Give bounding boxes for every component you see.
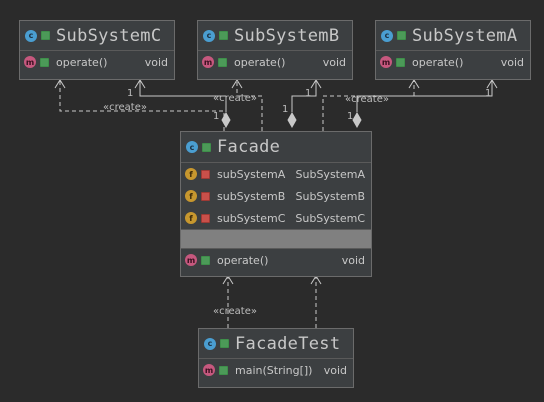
method-row[interactable]: m main(String[]) void: [199, 359, 353, 381]
method-return-type: void: [144, 55, 168, 69]
field-icon: f: [185, 212, 197, 224]
class-icon: c: [381, 29, 393, 42]
method-return-type: void: [322, 55, 346, 69]
create-label-test: «create»: [213, 306, 257, 317]
method-return-type: void: [323, 363, 347, 377]
public-visibility-icon: [218, 57, 227, 67]
method-row[interactable]: m operate() void: [20, 51, 174, 73]
class-header: c FacadeTest: [199, 329, 353, 359]
class-icon: c: [203, 29, 215, 42]
method-return-type: void: [500, 55, 524, 69]
multiplicity-facade-a: 1: [347, 111, 354, 122]
field-type: SubSystemB: [295, 189, 365, 203]
field-type: SubSystemA: [295, 167, 365, 181]
field-name: subSystemC: [217, 211, 286, 225]
public-visibility-icon: [201, 255, 210, 265]
class-name: Facade: [217, 137, 281, 157]
field-row[interactable]: f subSystemC SubSystemC: [181, 207, 371, 229]
public-visibility-icon: [219, 365, 228, 375]
private-visibility-icon: [201, 213, 210, 223]
public-visibility-icon: [40, 57, 49, 67]
public-visibility-icon: [397, 31, 406, 40]
public-visibility-icon: [202, 142, 211, 152]
method-icon: m: [202, 56, 214, 68]
method-icon: m: [185, 254, 197, 266]
class-subsystem-a[interactable]: c SubSystemA m operate() void: [375, 20, 531, 80]
method-name: main(String[]): [235, 363, 313, 377]
field-type: SubSystemC: [295, 211, 365, 225]
field-name: subSystemB: [217, 189, 286, 203]
create-label-a: «create»: [345, 94, 389, 105]
public-visibility-icon: [219, 31, 228, 40]
method-name: operate(): [217, 253, 269, 267]
create-label-c: «create»: [103, 102, 147, 113]
multiplicity-facade-b: 1: [282, 104, 289, 115]
field-icon: f: [185, 190, 197, 202]
multiplicity-a: 1: [485, 88, 492, 99]
class-header: c Facade: [181, 132, 371, 163]
class-icon: c: [186, 141, 198, 153]
composition-diamonds: [221, 111, 362, 129]
class-header: c SubSystemA: [376, 21, 530, 51]
method-row[interactable]: m operate() void: [181, 249, 371, 271]
class-name: SubSystemA: [412, 25, 518, 46]
method-row[interactable]: m operate() void: [198, 51, 352, 73]
method-name: operate(): [56, 55, 108, 69]
field-icon: f: [185, 168, 197, 180]
class-facade[interactable]: c Facade f subSystemA SubSystemA f subSy…: [180, 131, 372, 277]
method-icon: m: [24, 56, 36, 68]
method-name: operate(): [412, 55, 464, 69]
class-name: FacadeTest: [235, 333, 341, 354]
field-row[interactable]: f subSystemA SubSystemA: [181, 163, 371, 185]
class-header: c SubSystemB: [198, 21, 352, 51]
empty-compartment: [181, 229, 371, 249]
class-name: SubSystemB: [234, 25, 340, 46]
create-label-b: «create»: [213, 93, 257, 104]
class-subsystem-b[interactable]: c SubSystemB m operate() void: [197, 20, 353, 80]
method-row[interactable]: m operate() void: [376, 51, 530, 73]
multiplicity-b: 1: [305, 88, 312, 99]
class-icon: c: [25, 29, 37, 42]
public-visibility-icon: [396, 57, 405, 67]
public-visibility-icon: [220, 339, 229, 348]
class-subsystem-c[interactable]: c SubSystemC m operate() void: [19, 20, 175, 80]
class-icon: c: [204, 337, 216, 350]
multiplicity-facade-c: 1: [213, 111, 220, 122]
multiplicity-c: 1: [127, 88, 134, 99]
class-header: c SubSystemC: [20, 21, 174, 51]
field-row[interactable]: f subSystemB SubSystemB: [181, 185, 371, 207]
field-name: subSystemA: [217, 167, 286, 181]
public-visibility-icon: [41, 31, 50, 40]
private-visibility-icon: [201, 191, 210, 201]
method-icon: m: [380, 56, 392, 68]
method-icon: m: [203, 364, 215, 376]
class-name: SubSystemC: [56, 25, 162, 46]
method-return-type: void: [341, 253, 365, 267]
method-name: operate(): [234, 55, 286, 69]
class-facade-test[interactable]: c FacadeTest m main(String[]) void: [198, 328, 354, 388]
private-visibility-icon: [201, 169, 210, 179]
